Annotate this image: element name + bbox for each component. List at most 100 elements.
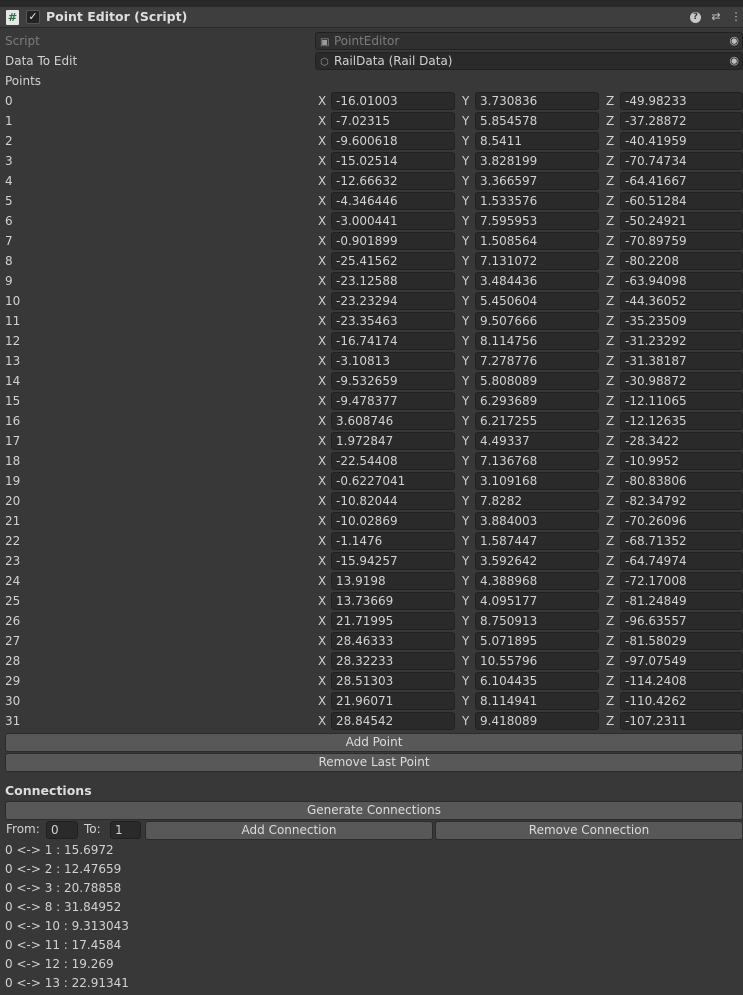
point-x-field[interactable]: -15.02514: [331, 152, 455, 170]
z-axis-label[interactable]: Z: [606, 374, 614, 388]
point-z-field[interactable]: -35.23509: [620, 312, 743, 330]
point-z-field[interactable]: -81.58029: [620, 632, 743, 650]
component-header[interactable]: # ✓ Point Editor (Script) ? ⇄ ⋮: [0, 7, 743, 28]
x-axis-label[interactable]: X: [318, 514, 326, 528]
point-y-field[interactable]: 9.507666: [475, 312, 599, 330]
point-x-field[interactable]: -22.54408: [331, 452, 455, 470]
point-z-field[interactable]: -97.07549: [620, 652, 743, 670]
x-axis-label[interactable]: X: [318, 714, 326, 728]
point-x-field[interactable]: 28.51303: [331, 672, 455, 690]
point-x-field[interactable]: -9.532659: [331, 372, 455, 390]
point-z-field[interactable]: -82.34792: [620, 492, 743, 510]
z-axis-label[interactable]: Z: [606, 414, 614, 428]
point-x-field[interactable]: 1.972847: [331, 432, 455, 450]
z-axis-label[interactable]: Z: [606, 574, 614, 588]
point-x-field[interactable]: -9.478377: [331, 392, 455, 410]
point-y-field[interactable]: 6.217255: [475, 412, 599, 430]
y-axis-label[interactable]: Y: [462, 614, 469, 628]
z-axis-label[interactable]: Z: [606, 354, 614, 368]
y-axis-label[interactable]: Y: [462, 134, 469, 148]
point-x-field[interactable]: -16.74174: [331, 332, 455, 350]
z-axis-label[interactable]: Z: [606, 234, 614, 248]
x-axis-label[interactable]: X: [318, 454, 326, 468]
point-y-field[interactable]: 5.450604: [475, 292, 599, 310]
x-axis-label[interactable]: X: [318, 474, 326, 488]
point-y-field[interactable]: 3.592642: [475, 552, 599, 570]
point-z-field[interactable]: -30.98872: [620, 372, 743, 390]
x-axis-label[interactable]: X: [318, 134, 326, 148]
x-axis-label[interactable]: X: [318, 234, 326, 248]
x-axis-label[interactable]: X: [318, 414, 326, 428]
x-axis-label[interactable]: X: [318, 434, 326, 448]
x-axis-label[interactable]: X: [318, 674, 326, 688]
point-z-field[interactable]: -12.11065: [620, 392, 743, 410]
point-z-field[interactable]: -12.12635: [620, 412, 743, 430]
point-y-field[interactable]: 10.55796: [475, 652, 599, 670]
x-axis-label[interactable]: X: [318, 354, 326, 368]
x-axis-label[interactable]: X: [318, 534, 326, 548]
point-x-field[interactable]: -0.901899: [331, 232, 455, 250]
point-z-field[interactable]: -49.98233: [620, 92, 743, 110]
y-axis-label[interactable]: Y: [462, 554, 469, 568]
point-y-field[interactable]: 5.071895: [475, 632, 599, 650]
z-axis-label[interactable]: Z: [606, 134, 614, 148]
y-axis-label[interactable]: Y: [462, 274, 469, 288]
y-axis-label[interactable]: Y: [462, 94, 469, 108]
z-axis-label[interactable]: Z: [606, 294, 614, 308]
point-z-field[interactable]: -80.2208: [620, 252, 743, 270]
x-axis-label[interactable]: X: [318, 654, 326, 668]
z-axis-label[interactable]: Z: [606, 714, 614, 728]
x-axis-label[interactable]: X: [318, 494, 326, 508]
x-axis-label[interactable]: X: [318, 94, 326, 108]
point-x-field[interactable]: -23.12588: [331, 272, 455, 290]
from-field[interactable]: 0: [46, 821, 78, 839]
point-y-field[interactable]: 5.854578: [475, 112, 599, 130]
y-axis-label[interactable]: Y: [462, 514, 469, 528]
point-z-field[interactable]: -110.4262: [620, 692, 743, 710]
z-axis-label[interactable]: Z: [606, 254, 614, 268]
y-axis-label[interactable]: Y: [462, 194, 469, 208]
z-axis-label[interactable]: Z: [606, 614, 614, 628]
point-y-field[interactable]: 7.595953: [475, 212, 599, 230]
x-axis-label[interactable]: X: [318, 154, 326, 168]
point-y-field[interactable]: 6.293689: [475, 392, 599, 410]
point-z-field[interactable]: -28.3422: [620, 432, 743, 450]
y-axis-label[interactable]: Y: [462, 114, 469, 128]
point-y-field[interactable]: 9.418089: [475, 712, 599, 730]
object-picker-icon[interactable]: ◉: [729, 53, 739, 69]
point-y-field[interactable]: 3.884003: [475, 512, 599, 530]
point-y-field[interactable]: 7.278776: [475, 352, 599, 370]
point-y-field[interactable]: 6.104435: [475, 672, 599, 690]
x-axis-label[interactable]: X: [318, 114, 326, 128]
y-axis-label[interactable]: Y: [462, 394, 469, 408]
point-x-field[interactable]: -12.66632: [331, 172, 455, 190]
remove-connection-button[interactable]: Remove Connection: [435, 821, 743, 840]
remove-last-point-button[interactable]: Remove Last Point: [5, 753, 743, 772]
x-axis-label[interactable]: X: [318, 634, 326, 648]
z-axis-label[interactable]: Z: [606, 274, 614, 288]
point-x-field[interactable]: 28.32233: [331, 652, 455, 670]
y-axis-label[interactable]: Y: [462, 374, 469, 388]
point-x-field[interactable]: -4.346446: [331, 192, 455, 210]
point-y-field[interactable]: 3.366597: [475, 172, 599, 190]
z-axis-label[interactable]: Z: [606, 634, 614, 648]
y-axis-label[interactable]: Y: [462, 574, 469, 588]
data-to-edit-field[interactable]: ⬡ RailData (Rail Data) ◉: [315, 52, 743, 70]
point-z-field[interactable]: -114.2408: [620, 672, 743, 690]
x-axis-label[interactable]: X: [318, 194, 326, 208]
y-axis-label[interactable]: Y: [462, 494, 469, 508]
y-axis-label[interactable]: Y: [462, 334, 469, 348]
y-axis-label[interactable]: Y: [462, 594, 469, 608]
x-axis-label[interactable]: X: [318, 574, 326, 588]
point-y-field[interactable]: 5.808089: [475, 372, 599, 390]
point-y-field[interactable]: 3.109168: [475, 472, 599, 490]
point-z-field[interactable]: -63.94098: [620, 272, 743, 290]
y-axis-label[interactable]: Y: [462, 434, 469, 448]
point-x-field[interactable]: 21.96071: [331, 692, 455, 710]
point-z-field[interactable]: -40.41959: [620, 132, 743, 150]
x-axis-label[interactable]: X: [318, 214, 326, 228]
z-axis-label[interactable]: Z: [606, 534, 614, 548]
point-y-field[interactable]: 8.5411: [475, 132, 599, 150]
point-y-field[interactable]: 1.508564: [475, 232, 599, 250]
add-connection-button[interactable]: Add Connection: [145, 821, 433, 840]
